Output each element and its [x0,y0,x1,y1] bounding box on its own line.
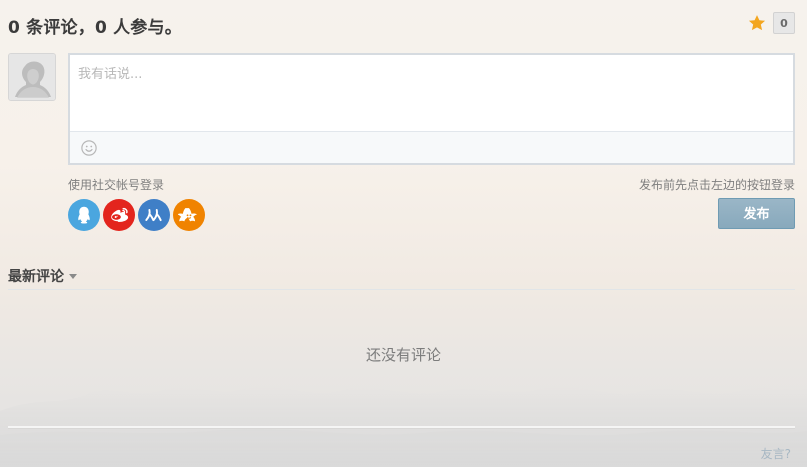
douban-icon[interactable] [173,199,205,231]
star-icon[interactable] [747,13,767,33]
comment-compose-box [68,53,795,165]
top-actions: 0 [747,12,795,34]
login-hint: 发布前先点击左边的按钮登录 [638,178,795,192]
footer-link[interactable]: 友言? [761,445,791,462]
emoji-icon[interactable] [80,139,98,157]
douban-glyph [178,208,198,222]
weibo-glyph [111,207,129,223]
chevron-down-icon [69,274,77,279]
weibo-icon[interactable] [103,199,135,231]
comments-summary-title: 0 条评论，0 人参与。 [8,18,182,38]
social-login-label: 使用社交帐号登录 [68,178,165,192]
comments-sort[interactable]: 最新评论 [8,262,795,290]
avatar [8,53,56,101]
renren-glyph [145,208,162,222]
qq-icon[interactable] [68,199,100,231]
empty-comments-message: 还没有评论 [365,346,441,364]
renren-icon[interactable] [138,199,170,231]
comment-input[interactable] [70,55,793,133]
star-count-badge: 0 [773,12,795,34]
sort-label: 最新评论 [8,268,64,285]
default-avatar-icon [9,54,55,100]
qq-glyph [78,206,90,224]
divider-line [8,426,795,428]
publish-button[interactable]: 发布 [718,198,795,229]
compose-toolbar [70,131,793,163]
social-login-buttons [68,199,205,231]
